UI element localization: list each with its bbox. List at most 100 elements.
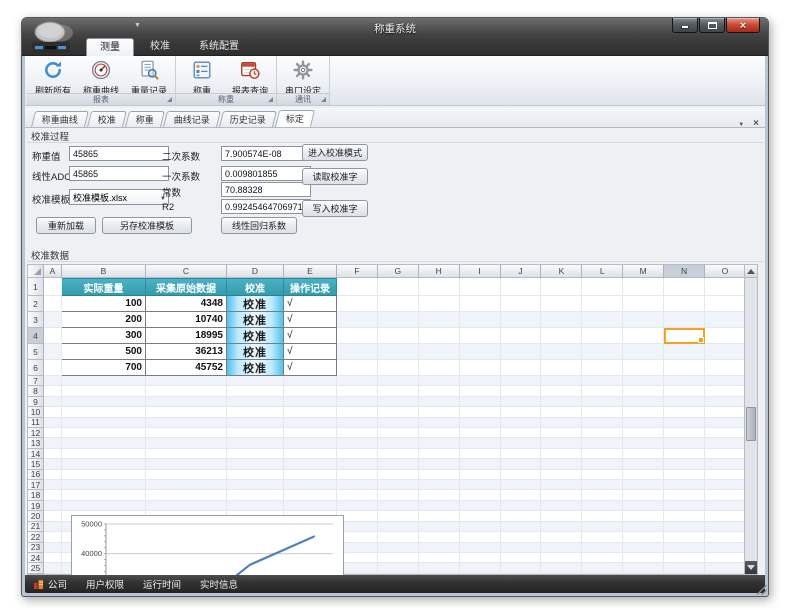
grid-cell[interactable] bbox=[337, 459, 378, 469]
grid-cell[interactable] bbox=[541, 449, 582, 459]
raw-data-cell[interactable]: 18995 bbox=[146, 328, 227, 344]
grid-cell[interactable] bbox=[44, 470, 62, 480]
grid-cell[interactable] bbox=[705, 543, 744, 553]
grid-cell[interactable] bbox=[501, 563, 542, 573]
record-check-cell[interactable]: √ bbox=[284, 312, 337, 328]
grid-cell[interactable] bbox=[378, 490, 419, 500]
grid-cell[interactable] bbox=[541, 490, 582, 500]
tab-close-icon[interactable] bbox=[753, 113, 759, 131]
grid-cell[interactable] bbox=[541, 511, 582, 521]
grid-cell[interactable] bbox=[541, 459, 582, 469]
grid-cell[interactable] bbox=[664, 470, 705, 480]
write-calibration-word-button[interactable]: 写入校准字 bbox=[302, 200, 368, 217]
ribbon-tab-测量[interactable]: 测量 bbox=[86, 38, 134, 56]
grid-cell[interactable] bbox=[582, 501, 623, 511]
grid-cell[interactable] bbox=[284, 386, 337, 396]
calibrate-button[interactable]: 校准 bbox=[227, 312, 284, 328]
ribbon-button-称重曲线[interactable]: 称重曲线 bbox=[77, 57, 125, 92]
grid-cell[interactable] bbox=[705, 459, 744, 469]
grid-cell[interactable] bbox=[378, 543, 419, 553]
grid-cell[interactable] bbox=[460, 360, 501, 376]
reload-button[interactable]: 重新加载 bbox=[36, 217, 96, 234]
grid-cell[interactable] bbox=[146, 459, 227, 469]
grid-cell[interactable] bbox=[146, 418, 227, 428]
grid-cell[interactable] bbox=[460, 563, 501, 573]
grid-cell[interactable] bbox=[705, 386, 744, 396]
grid-cell[interactable] bbox=[501, 511, 542, 521]
r2-input[interactable] bbox=[221, 199, 311, 214]
grid-cell[interactable] bbox=[664, 459, 705, 469]
grid-cell[interactable] bbox=[705, 312, 744, 328]
grid-cell[interactable] bbox=[419, 511, 460, 521]
table-header-cell[interactable]: 校准 bbox=[227, 278, 284, 296]
weight-cell[interactable]: 200 bbox=[62, 312, 146, 328]
weight-cell[interactable]: 700 bbox=[62, 360, 146, 376]
grid-cell[interactable] bbox=[705, 553, 744, 563]
grid-cell[interactable] bbox=[337, 344, 378, 360]
linear-regression-button[interactable]: 线性回归系数 bbox=[221, 217, 297, 234]
grid-cell[interactable] bbox=[146, 376, 227, 386]
grid-cell[interactable] bbox=[44, 376, 62, 386]
row-header-11[interactable]: 11 bbox=[28, 418, 44, 428]
grid-cell[interactable] bbox=[227, 407, 284, 417]
grid-cell[interactable] bbox=[44, 397, 62, 407]
grid-cell[interactable] bbox=[337, 470, 378, 480]
quick-access-dropdown-icon[interactable]: ▼ bbox=[134, 22, 141, 29]
record-check-cell[interactable]: √ bbox=[284, 328, 337, 344]
minimize-button[interactable] bbox=[672, 18, 698, 33]
grid-cell[interactable] bbox=[419, 278, 460, 296]
grid-cell[interactable] bbox=[623, 386, 664, 396]
grid-cell[interactable] bbox=[378, 312, 419, 328]
resize-grip[interactable] bbox=[757, 585, 767, 595]
grid-cell[interactable] bbox=[419, 328, 460, 344]
column-header-M[interactable]: M bbox=[623, 265, 664, 278]
grid-cell[interactable] bbox=[227, 459, 284, 469]
column-header-E[interactable]: E bbox=[284, 265, 337, 278]
grid-cell[interactable] bbox=[44, 563, 62, 573]
grid-cell[interactable] bbox=[582, 296, 623, 312]
grid-cell[interactable] bbox=[705, 344, 744, 360]
grid-cell[interactable] bbox=[501, 428, 542, 438]
row-header-12[interactable]: 12 bbox=[28, 428, 44, 438]
grid-cell[interactable] bbox=[44, 532, 62, 542]
calibrate-button[interactable]: 校准 bbox=[227, 360, 284, 376]
grid-cell[interactable] bbox=[501, 470, 542, 480]
grid-cell[interactable] bbox=[664, 553, 705, 563]
grid-cell[interactable] bbox=[378, 449, 419, 459]
grid-cell[interactable] bbox=[227, 480, 284, 490]
grid-cell[interactable] bbox=[44, 511, 62, 521]
grid-cell[interactable] bbox=[501, 344, 542, 360]
grid-cell[interactable] bbox=[62, 438, 146, 448]
grid-cell[interactable] bbox=[337, 278, 378, 296]
grid-cell[interactable] bbox=[62, 459, 146, 469]
grid-cell[interactable] bbox=[582, 360, 623, 376]
grid-cell[interactable] bbox=[146, 397, 227, 407]
grid-cell[interactable] bbox=[378, 563, 419, 573]
row-header-17[interactable]: 17 bbox=[28, 480, 44, 490]
grid-cell[interactable] bbox=[541, 543, 582, 553]
row-header-9[interactable]: 9 bbox=[28, 397, 44, 407]
grid-cell[interactable] bbox=[582, 278, 623, 296]
coef1-input[interactable] bbox=[221, 166, 311, 181]
grid-cell[interactable] bbox=[337, 407, 378, 417]
grid-cell[interactable] bbox=[284, 397, 337, 407]
weight-cell[interactable]: 300 bbox=[62, 328, 146, 344]
grid-cell[interactable] bbox=[460, 532, 501, 542]
grid-cell[interactable] bbox=[582, 344, 623, 360]
grid-cell[interactable] bbox=[623, 296, 664, 312]
grid-cell[interactable] bbox=[227, 501, 284, 511]
grid-cell[interactable] bbox=[541, 328, 582, 344]
grid-cell[interactable] bbox=[419, 532, 460, 542]
grid-cell[interactable] bbox=[227, 418, 284, 428]
row-header-19[interactable]: 19 bbox=[28, 501, 44, 511]
grid-cell[interactable] bbox=[378, 360, 419, 376]
grid-cell[interactable] bbox=[378, 470, 419, 480]
ribbon-button-刷新所有[interactable]: 刷新所有 bbox=[29, 57, 77, 92]
grid-cell[interactable] bbox=[582, 490, 623, 500]
grid-cell[interactable] bbox=[419, 501, 460, 511]
ribbon-button-报表查询[interactable]: 报表查询 bbox=[226, 57, 274, 92]
grid-cell[interactable] bbox=[705, 470, 744, 480]
grid-cell[interactable] bbox=[582, 312, 623, 328]
grid-cell[interactable] bbox=[44, 543, 62, 553]
calibrate-button[interactable]: 校准 bbox=[227, 344, 284, 360]
